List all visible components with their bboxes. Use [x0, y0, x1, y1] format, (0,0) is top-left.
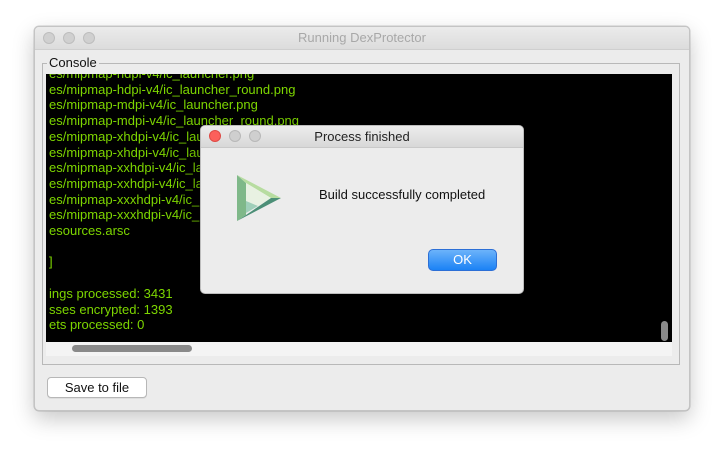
console-line: ings processed: 3431	[49, 285, 173, 301]
console-line: es/mipmap-mdpi-v4/ic_launcher.png	[49, 97, 258, 113]
window-titlebar[interactable]: Running DexProtector	[35, 27, 689, 50]
window-title: Running DexProtector	[298, 30, 426, 45]
dialog-title: Process finished	[314, 129, 410, 144]
save-to-file-button[interactable]: Save to file	[47, 377, 147, 398]
dialog-message: Build successfully completed	[319, 187, 486, 202]
console-line: es/mipmap-hdpi-v4/ic_launcher_round.png	[49, 81, 296, 97]
horizontal-scrollbar[interactable]	[46, 342, 672, 356]
console-line: ets processed: 0	[49, 317, 145, 333]
horizontal-scrollbar-thumb[interactable]	[72, 345, 192, 352]
console-label: Console	[47, 55, 99, 70]
dialog-titlebar[interactable]: Process finished	[201, 126, 523, 148]
console-line: sses encrypted: 1393	[49, 301, 173, 317]
process-finished-dialog: Process finished Build successfully comp…	[200, 125, 524, 294]
console-line: ]	[49, 254, 53, 270]
ok-button[interactable]: OK	[428, 249, 497, 271]
vertical-scrollbar-thumb[interactable]	[661, 321, 668, 341]
dexprotector-logo-icon	[237, 175, 281, 221]
console-line: esources.arsc	[49, 223, 130, 238]
